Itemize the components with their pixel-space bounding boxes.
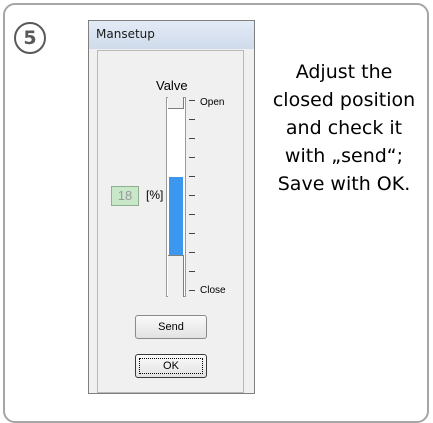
slider-tick — [189, 176, 195, 177]
open-label: Open — [200, 97, 225, 108]
slider-tick — [189, 138, 195, 139]
slider-tick — [189, 195, 195, 196]
valve-slider-top-handle[interactable] — [168, 97, 184, 109]
valve-label: Valve — [156, 78, 188, 93]
instruction-text: Adjust the closed position and check it … — [272, 61, 416, 195]
valve-value-field[interactable]: 18 — [111, 186, 139, 206]
slider-tick — [189, 214, 195, 215]
slider-tick — [189, 252, 195, 253]
slider-tick — [189, 290, 195, 291]
slider-tick — [189, 157, 195, 158]
dialog-title: Mansetup — [96, 27, 155, 41]
step-number-badge: 5 — [14, 22, 46, 54]
step-number: 5 — [23, 27, 37, 49]
slider-tick — [189, 233, 195, 234]
valve-slider-ticks — [189, 100, 199, 291]
slider-tick — [189, 100, 195, 101]
unit-label: [%] — [146, 188, 164, 202]
slider-tick — [189, 119, 195, 120]
valve-slider-fill — [169, 177, 183, 255]
close-label: Close — [200, 285, 226, 296]
dialog-titlebar[interactable]: Mansetup — [89, 21, 254, 49]
slider-tick — [189, 271, 195, 272]
valve-slider-bottom-handle[interactable] — [168, 255, 184, 297]
ok-button-label: OK — [163, 360, 179, 372]
send-button[interactable]: Send — [135, 315, 207, 339]
ok-button[interactable]: OK — [135, 354, 207, 378]
